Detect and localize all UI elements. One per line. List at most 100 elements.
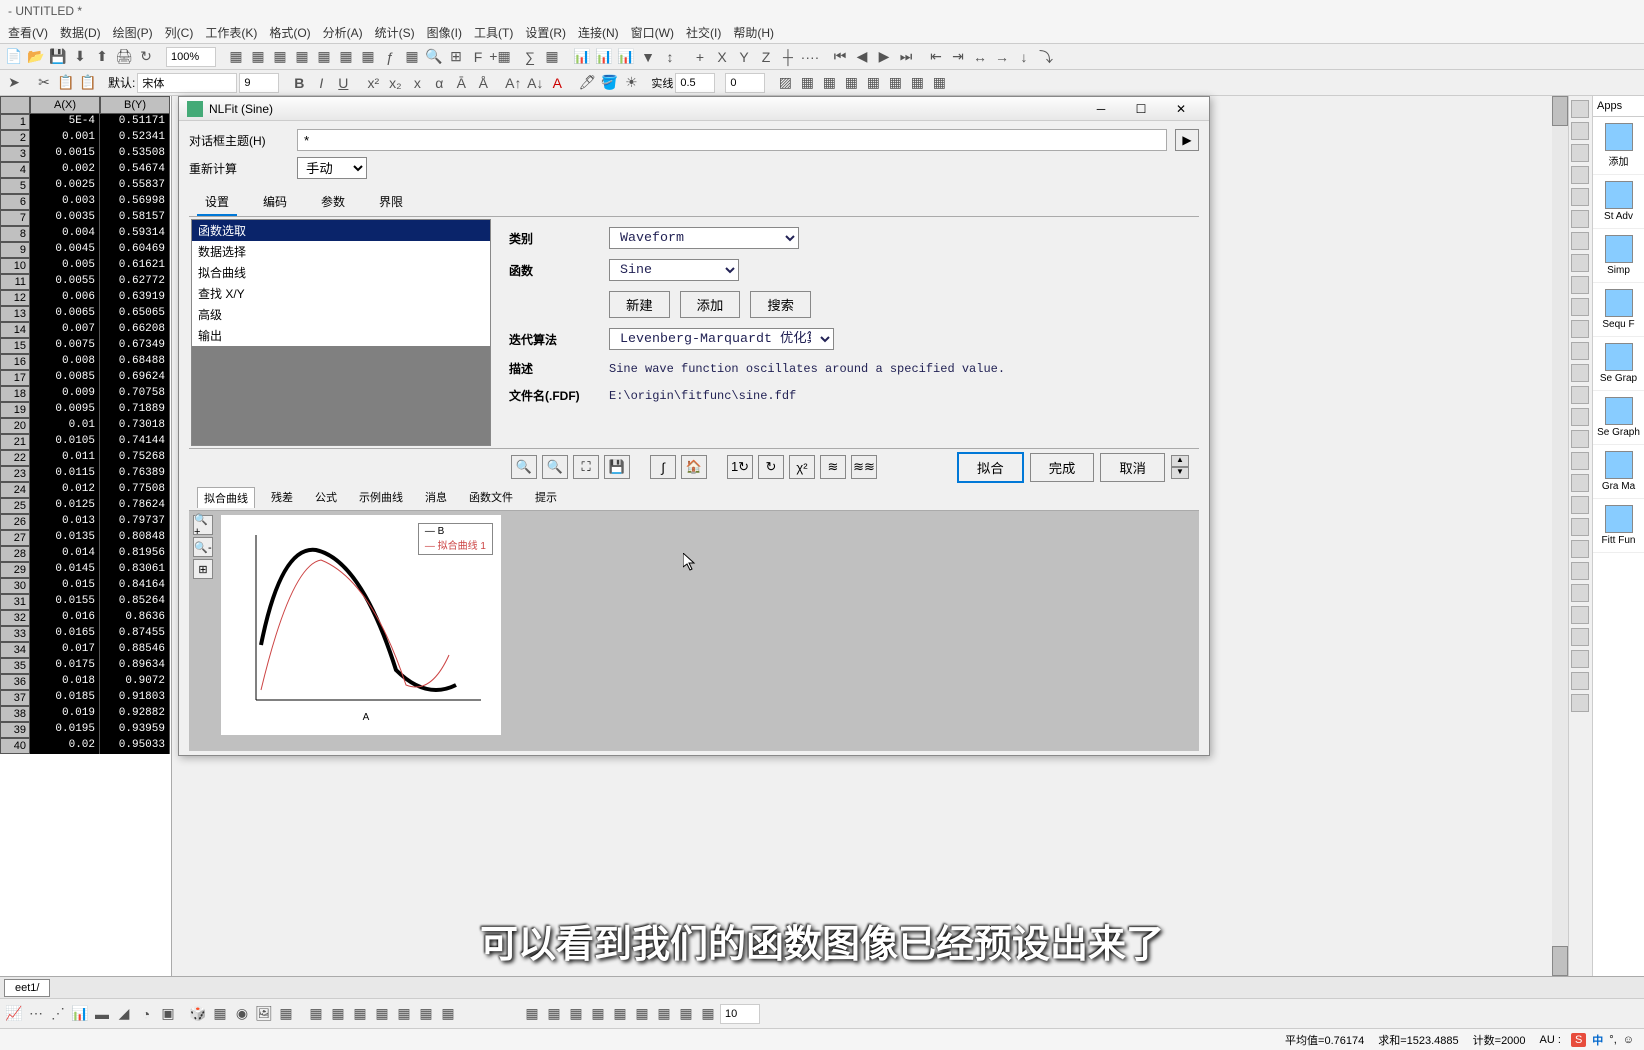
obj8-icon[interactable]: ▦ — [676, 1004, 696, 1024]
row-number[interactable]: 26 — [0, 514, 30, 530]
line-width-input[interactable] — [675, 73, 715, 93]
rs-icon[interactable] — [1571, 474, 1589, 492]
script-icon[interactable]: ▦ — [402, 47, 422, 67]
list-item-output[interactable]: 输出 — [192, 325, 490, 346]
row-number[interactable]: 27 — [0, 530, 30, 546]
row-number[interactable]: 32 — [0, 610, 30, 626]
table-row[interactable]: 300.0150.84164 — [0, 578, 171, 594]
row-number[interactable]: 6 — [0, 194, 30, 210]
cell-a[interactable]: 0.0195 — [30, 722, 100, 738]
rs-icon[interactable] — [1571, 518, 1589, 536]
app-item[interactable]: 添加 — [1593, 117, 1644, 175]
row-number[interactable]: 34 — [0, 642, 30, 658]
menu-window[interactable]: 窗口(W) — [631, 24, 674, 41]
cell-b[interactable]: 0.54674 — [100, 162, 170, 178]
minimize-button[interactable]: ─ — [1081, 98, 1121, 120]
obj2-icon[interactable]: ▦ — [544, 1004, 564, 1024]
font-size-input[interactable] — [239, 73, 279, 93]
special-icon[interactable]: Å — [473, 73, 493, 93]
cell-a[interactable]: 0.0175 — [30, 658, 100, 674]
rs-icon[interactable] — [1571, 166, 1589, 184]
cell-b[interactable]: 0.66208 — [100, 322, 170, 338]
cell-b[interactable]: 0.53508 — [100, 146, 170, 162]
obj7-icon[interactable]: ▦ — [654, 1004, 674, 1024]
save-icon[interactable]: 💾 — [48, 47, 68, 67]
tab-code[interactable]: 编码 — [255, 189, 295, 216]
preview-tab-residual[interactable]: 残差 — [265, 487, 299, 508]
num-input[interactable] — [725, 73, 765, 93]
row-number[interactable]: 18 — [0, 386, 30, 402]
fill-color-icon[interactable]: 🪣 — [599, 73, 619, 93]
cell-a[interactable]: 0.0165 — [30, 626, 100, 642]
area-plot-icon[interactable]: ◢ — [114, 1004, 134, 1024]
mask1-icon[interactable]: ▦ — [306, 1004, 326, 1024]
cell-a[interactable]: 0.0105 — [30, 434, 100, 450]
layout-icon[interactable]: ▦ — [314, 47, 334, 67]
table3-icon[interactable]: ▦ — [841, 73, 861, 93]
hist-icon[interactable]: 📊 — [594, 47, 614, 67]
done-button[interactable]: 完成 — [1030, 453, 1095, 482]
cell-a[interactable]: 0.003 — [30, 194, 100, 210]
menu-connect[interactable]: 连接(N) — [578, 24, 619, 41]
row-number[interactable]: 35 — [0, 658, 30, 674]
nav1-icon[interactable]: ⇤ — [926, 47, 946, 67]
light-icon[interactable]: ☀ — [621, 73, 641, 93]
row-number[interactable]: 19 — [0, 402, 30, 418]
cell-a[interactable]: 0.001 — [30, 130, 100, 146]
none-icon[interactable]: ···· — [800, 47, 820, 67]
cell-a[interactable]: 0.0155 — [30, 594, 100, 610]
function-select[interactable]: Sine — [609, 259, 739, 281]
cell-b[interactable]: 0.74144 — [100, 434, 170, 450]
table-row[interactable]: 280.0140.81956 — [0, 546, 171, 562]
table-row[interactable]: 360.0180.9072 — [0, 674, 171, 690]
tab-bounds[interactable]: 界限 — [371, 189, 411, 216]
bar-icon[interactable]: 📊 — [572, 47, 592, 67]
iterate-icon[interactable]: ↻ — [758, 455, 784, 479]
app-item[interactable]: St Adv — [1593, 175, 1644, 229]
app-item[interactable]: Gra Ma — [1593, 445, 1644, 499]
scatter-plot-icon[interactable]: ⋯ — [26, 1004, 46, 1024]
table-row[interactable]: 70.00350.58157 — [0, 210, 171, 226]
nav2-icon[interactable]: ⇥ — [948, 47, 968, 67]
cell-a[interactable]: 0.0135 — [30, 530, 100, 546]
sub-icon[interactable]: x₂ — [385, 73, 405, 93]
cell-b[interactable]: 0.69624 — [100, 370, 170, 386]
table6-icon[interactable]: ▦ — [907, 73, 927, 93]
mask7-icon[interactable]: ▦ — [438, 1004, 458, 1024]
cell-a[interactable]: 5E-4 — [30, 114, 100, 130]
rs-icon[interactable] — [1571, 144, 1589, 162]
table-row[interactable]: 60.0030.56998 — [0, 194, 171, 210]
supsub-icon[interactable]: x — [407, 73, 427, 93]
menu-worksheet[interactable]: 工作表(K) — [205, 24, 257, 41]
table-row[interactable]: 120.0060.63919 — [0, 290, 171, 306]
cell-b[interactable]: 0.60469 — [100, 242, 170, 258]
cell-b[interactable]: 0.9072 — [100, 674, 170, 690]
overbar-icon[interactable]: Ā — [451, 73, 471, 93]
spin-up-button[interactable]: ▲ — [1171, 455, 1189, 467]
mask5-icon[interactable]: ▦ — [394, 1004, 414, 1024]
zoom-fit-icon[interactable]: 🔍 — [511, 455, 537, 479]
preview-tab-message[interactable]: 消息 — [419, 487, 453, 508]
box-plot-icon[interactable]: ▣ — [158, 1004, 178, 1024]
fullscreen-icon[interactable]: ⛶ — [573, 455, 599, 479]
col-a-header[interactable]: A(X) — [30, 96, 100, 114]
app-item[interactable]: Fitt Fun — [1593, 499, 1644, 553]
table-row[interactable]: 310.01550.85264 — [0, 594, 171, 610]
cell-a[interactable]: 0.016 — [30, 610, 100, 626]
table-row[interactable]: 200.010.73018 — [0, 418, 171, 434]
refresh-icon[interactable]: ↻ — [136, 47, 156, 67]
table-row[interactable]: 150.00750.67349 — [0, 338, 171, 354]
nav5-icon[interactable]: ↓ — [1014, 47, 1034, 67]
chi-sq-icon[interactable]: χ² — [789, 455, 815, 479]
row-number[interactable]: 40 — [0, 738, 30, 754]
cell-a[interactable]: 0.02 — [30, 738, 100, 754]
first-icon[interactable]: ⏮ — [830, 47, 850, 67]
rs-icon[interactable] — [1571, 188, 1589, 206]
pie-plot-icon[interactable]: ◔ — [136, 1004, 156, 1024]
rs-icon[interactable] — [1571, 386, 1589, 404]
simplex-icon[interactable]: ∫ — [650, 455, 676, 479]
mask4-icon[interactable]: ▦ — [372, 1004, 392, 1024]
menu-analysis[interactable]: 分析(A) — [323, 24, 363, 41]
cell-a[interactable]: 0.0065 — [30, 306, 100, 322]
fit-until-icon[interactable]: ≋ — [820, 455, 846, 479]
